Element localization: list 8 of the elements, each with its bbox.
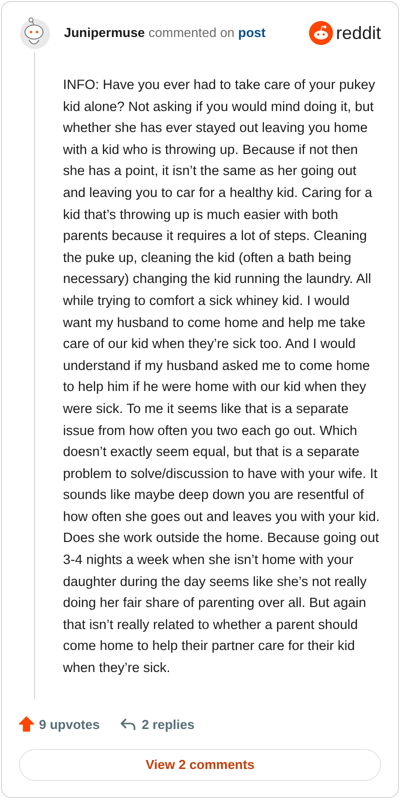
comment-text: INFO: Have you ever had to take care of your pukey kid alone? Not asking if you would mind doing it, but whether she has ever stayed out leaving you home with a kid who is throwing up. Because if not then she has a point, it isn’t the same as her going out and leaving you to car for a healthy kid. Caring for a kid that’s throwing up is much easier with both parents because it requires a lot of steps. Cleaning the puke up, cleaning the kid (often a bath being necessary) changing the kid running the laundry. All while trying to comfort a sick whiney kid. I would want my husband to come home and help me take care of our kid when they’re sick too. And I would understand if my husband asked me to come home to help him if he were home with our kid when they were sick. To me it seems like that is a separate issue from how often you two each go out. Which doesn’t exactly seem equal, but that is a separate problem to solve/discussion to have with your wife. It sounds like maybe deep down you are resentful of how often she goes out and leaves you with your kid. Does she work outside the home. Because going out 3-4 nights a week when she isn’t home with your daughter during the day seems like she’s not really doing her fair share of parenting over all. But again that isn’t really related to whether a parent should come home to help their partner care for their kid when they’re sick. xyxy=(62,76,381,678)
brand-name: reddit xyxy=(336,24,381,42)
post-link[interactable]: post xyxy=(238,25,266,40)
action-text: commented on xyxy=(148,25,235,40)
upvote-count: 9 upvotes xyxy=(39,716,100,734)
view-comments-button[interactable]: View 2 comments xyxy=(19,749,381,781)
author-name[interactable]: Junipermuse xyxy=(64,25,145,40)
reply-count: 2 replies xyxy=(142,716,194,734)
